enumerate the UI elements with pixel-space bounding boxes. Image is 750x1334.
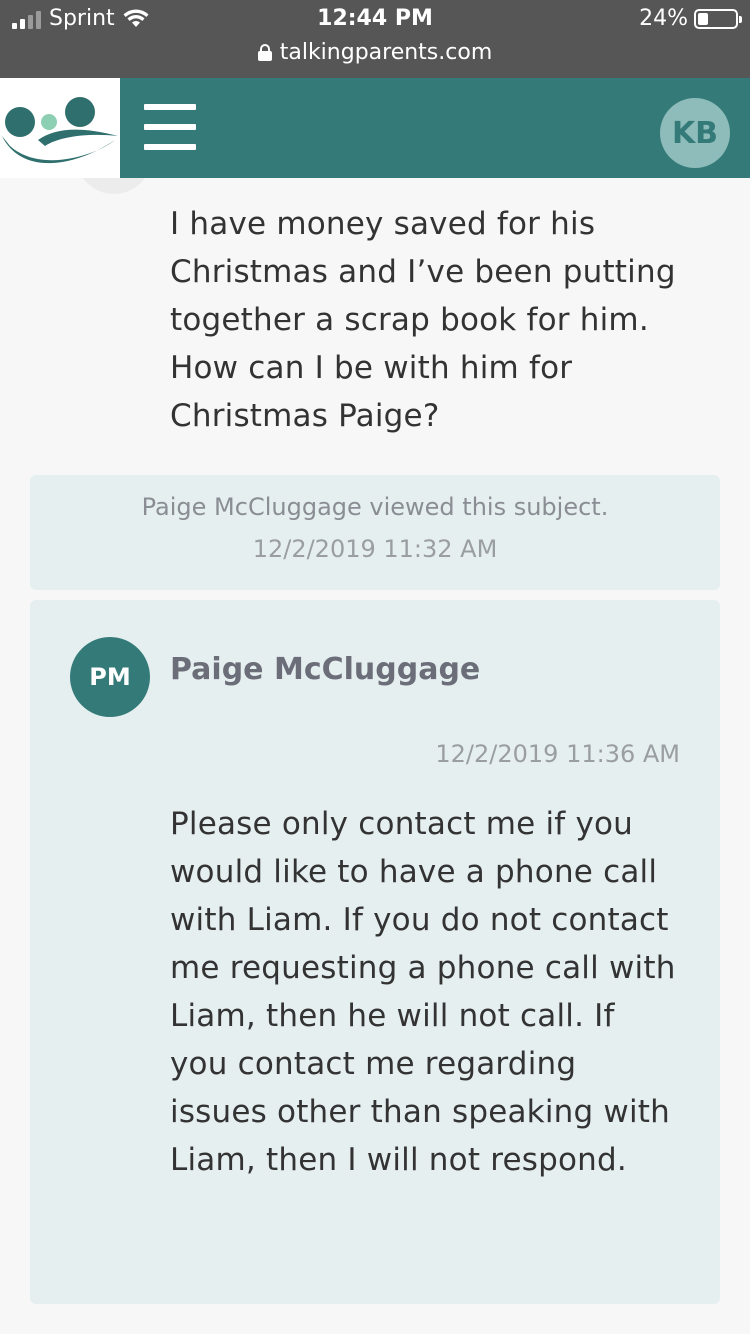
viewed-notice-date: 12/2/2019 11:32 AM	[252, 535, 498, 563]
battery-percent: 24%	[639, 6, 688, 31]
clock: 12:44 PM	[317, 6, 433, 31]
avatar	[76, 178, 152, 194]
user-avatar[interactable]: KB	[660, 98, 730, 168]
hamburger-menu-icon[interactable]	[144, 104, 196, 150]
logo-icon	[2, 97, 118, 164]
url-bar[interactable]: talkingparents.com	[0, 40, 750, 65]
app-header: KB	[0, 78, 750, 178]
lock-icon	[257, 44, 272, 61]
avatar: PM	[70, 637, 150, 717]
status-right: 24%	[639, 6, 742, 31]
message-date: 12/2/2019 11:36 AM	[435, 740, 680, 768]
status-bar: Sprint 12:44 PM 24% talkingparents.com	[0, 0, 750, 78]
previous-message-text: I have money saved for his Christmas and…	[170, 206, 676, 434]
sender-name: Paige McCluggage	[170, 652, 481, 687]
message-thread: I have money saved for his Christmas and…	[0, 178, 750, 1334]
reply-message: PM Paige McCluggage 12/2/2019 11:36 AM P…	[30, 600, 720, 1304]
viewed-notice: Paige McCluggage viewed this subject. 12…	[30, 475, 720, 590]
battery-icon	[694, 8, 742, 29]
url-text[interactable]: talkingparents.com	[280, 40, 493, 65]
reply-message-text: Please only contact me if you would like…	[170, 806, 676, 1178]
viewed-notice-text: Paige McCluggage viewed this subject.	[141, 493, 609, 521]
talkingparents-logo[interactable]	[0, 78, 120, 178]
